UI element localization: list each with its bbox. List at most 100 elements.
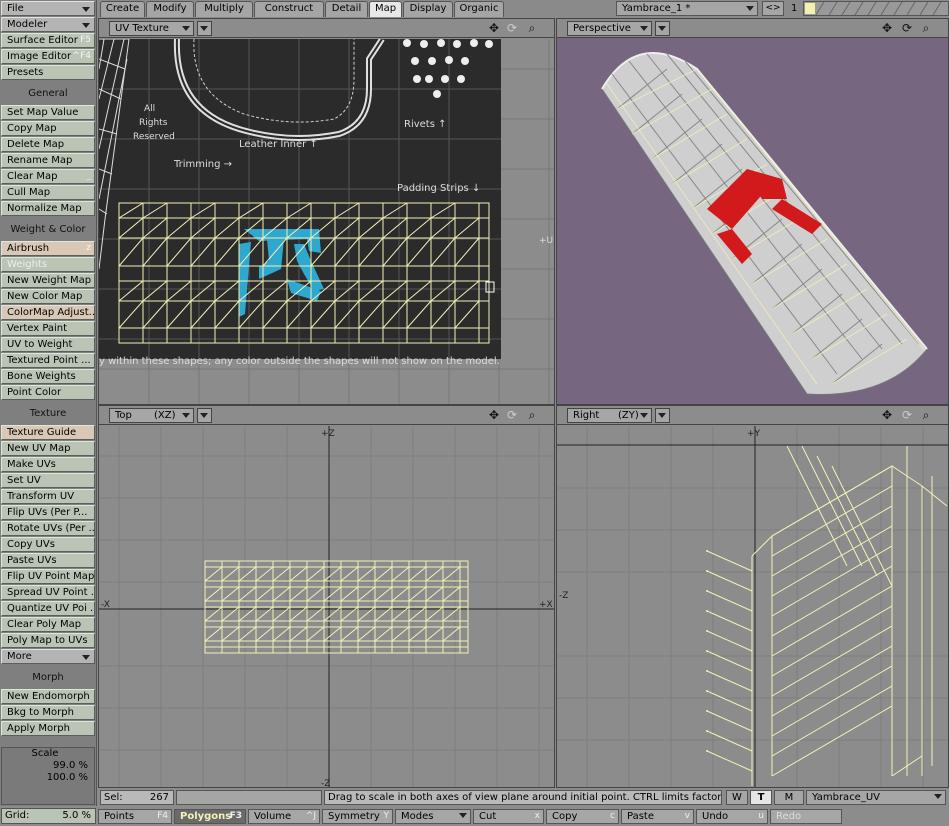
sidebar-item-quantize-uv-poi[interactable]: Quantize UV Poi ... — [1, 601, 95, 616]
right-canvas[interactable]: +Y -Z — [557, 426, 948, 787]
grid-field[interactable]: Grid: 5.0 % — [1, 808, 96, 824]
view-mode-select[interactable]: UV Texture — [109, 21, 194, 36]
sidebar-item-rotate-uvs-per[interactable]: Rotate UVs (Per ... — [1, 521, 95, 536]
sidebar-item-bkg-to-morph[interactable]: Bkg to Morph — [1, 705, 95, 720]
sidebar-item-image-editor[interactable]: Image Editor ^F4 — [1, 49, 95, 64]
sidebar-item-copy-uvs[interactable]: Copy UVs — [1, 537, 95, 552]
volume-button[interactable]: Volume ^J — [248, 809, 320, 824]
view-mode-select[interactable]: Perspective — [567, 21, 652, 36]
view-mode-select[interactable]: Right (ZY) — [567, 408, 652, 423]
view-options-button[interactable] — [197, 21, 212, 36]
sidebar-item-weights[interactable]: Weights — [1, 257, 95, 272]
sidebar-item-new-weight-map[interactable]: New Weight Map — [1, 273, 95, 288]
undo-button[interactable]: Undo u — [696, 809, 768, 824]
m-toggle[interactable]: M — [774, 790, 804, 805]
sidebar-item-apply-morph[interactable]: Apply Morph — [1, 721, 95, 736]
sidebar-item-uv-to-weight[interactable]: UV to Weight — [1, 337, 95, 352]
tab-organic[interactable]: Organic — [454, 1, 504, 17]
selection-count: Sel: 267 — [100, 790, 174, 805]
tab-detail[interactable]: Detail — [325, 1, 368, 17]
sidebar-item-make-uvs[interactable]: Make UVs — [1, 457, 95, 472]
tab-display[interactable]: Display — [403, 1, 453, 17]
sidebar-item-new-endomorph[interactable]: New Endomorph — [1, 689, 95, 704]
sidebar-item-delete-map[interactable]: Delete Map — [1, 137, 95, 152]
polygons-button[interactable]: Polygons F3 — [174, 809, 246, 824]
move-view-icon[interactable]: ✥ — [486, 408, 502, 423]
zoom-view-icon[interactable]: ⌕ — [524, 408, 540, 423]
view-options-button[interactable] — [197, 408, 212, 423]
sidebar-item-flip-uvs-per-p[interactable]: Flip UVs (Per P... — [1, 505, 95, 520]
cut-button[interactable]: Cut x — [473, 809, 544, 824]
rotate-view-icon[interactable]: ⟳ — [504, 408, 520, 423]
viewport-uv[interactable]: UV Texture ✥ ⟳ ⌕ All Rights Reserved Lea… — [98, 18, 555, 405]
rotate-view-icon[interactable]: ⟳ — [504, 21, 520, 36]
sidebar-item-cull-map[interactable]: Cull Map — [1, 185, 95, 200]
sidebar-item-normalize-map[interactable]: Normalize Map — [1, 201, 95, 216]
sidebar-item-label: Bkg to Morph — [7, 707, 74, 718]
t-toggle[interactable]: T — [750, 790, 772, 805]
redo-button[interactable]: Redo — [770, 809, 842, 824]
shortcut-label: u — [758, 811, 764, 821]
tab-modify[interactable]: Modify — [146, 1, 194, 17]
paste-button[interactable]: Paste v — [621, 809, 694, 824]
viewport-perspective[interactable]: Perspective ✥ ⟳ ⌕ — [556, 18, 949, 405]
move-view-icon[interactable]: ✥ — [486, 21, 502, 36]
more-menu[interactable]: More — [1, 649, 95, 664]
sidebar-item-colormap-adjust[interactable]: ColorMap Adjust... — [1, 305, 95, 320]
sidebar-item-new-color-map[interactable]: New Color Map — [1, 289, 95, 304]
copy-button[interactable]: Copy c — [546, 809, 619, 824]
viewport-top[interactable]: Top (XZ) ✥ ⟳ ⌕ +Z -Z -X +X — [98, 405, 555, 788]
sidebar-item-transform-uv[interactable]: Transform UV — [1, 489, 95, 504]
sidebar-item-point-color[interactable]: Point Color — [1, 385, 95, 400]
file-menu[interactable]: File — [1, 1, 95, 16]
sidebar-item-set-map-value[interactable]: Set Map Value — [1, 105, 95, 120]
sidebar-item-vertex-paint[interactable]: Vertex Paint — [1, 321, 95, 336]
sidebar-item-spread-uv-point[interactable]: Spread UV Point ... — [1, 585, 95, 600]
move-view-icon[interactable]: ✥ — [879, 408, 895, 423]
layer-nav-arrows[interactable]: <> — [762, 1, 784, 16]
sidebar-item-bone-weights[interactable]: Bone Weights — [1, 369, 95, 384]
sidebar-item-airbrush[interactable]: Airbrush z — [1, 241, 95, 256]
rotate-view-icon[interactable]: ⟳ — [899, 408, 915, 423]
tab-construct[interactable]: Construct — [254, 1, 324, 17]
sidebar-item-textured-point[interactable]: Textured Point ... — [1, 353, 95, 368]
zoom-view-icon[interactable]: ⌕ — [918, 21, 934, 36]
layer-bank[interactable] — [803, 1, 949, 16]
sidebar-item-copy-map[interactable]: Copy Map — [1, 121, 95, 136]
tab-map[interactable]: Map — [369, 1, 402, 17]
rotate-view-icon[interactable]: ⟳ — [899, 21, 915, 36]
top-canvas[interactable]: +Z -Z -X +X — [99, 426, 554, 787]
w-toggle[interactable]: W — [726, 790, 748, 805]
vertex-map-select[interactable]: Yambrace_UV — [806, 790, 946, 805]
sidebar-item-surface-editor[interactable]: Surface Editor F5 — [1, 33, 95, 48]
modeler-menu[interactable]: Modeler — [1, 17, 95, 32]
sidebar-item-rename-map[interactable]: Rename Map — [1, 153, 95, 168]
sidebar-item-flip-uv-point-map[interactable]: Flip UV Point Map — [1, 569, 95, 584]
layer-slots[interactable] — [816, 2, 949, 15]
view-mode-select[interactable]: Top (XZ) — [109, 408, 194, 423]
viewport-right[interactable]: Right (ZY) ✥ ⟳ ⌕ +Y -Z — [556, 405, 949, 788]
sidebar-item-set-uv[interactable]: Set UV — [1, 473, 95, 488]
sidebar-item-clear-poly-map[interactable]: Clear Poly Map — [1, 617, 95, 632]
view-options-button[interactable] — [655, 21, 670, 36]
modes-button[interactable]: Modes — [395, 809, 471, 824]
zoom-view-icon[interactable]: ⌕ — [524, 21, 540, 36]
sidebar-item-new-uv-map[interactable]: New UV Map — [1, 441, 95, 456]
object-selector[interactable]: Yambrace_1 * — [616, 1, 758, 16]
layer-slot-active[interactable] — [805, 3, 815, 14]
symmetry-button[interactable]: Symmetry Y — [322, 809, 393, 824]
view-options-button[interactable] — [655, 408, 670, 423]
sidebar-item-poly-map-to-uvs[interactable]: Poly Map to UVs — [1, 633, 95, 648]
sidebar-item-paste-uvs[interactable]: Paste UVs — [1, 553, 95, 568]
tab-multiply[interactable]: Multiply — [195, 1, 253, 17]
perspective-canvas[interactable] — [557, 39, 948, 404]
sidebar-item-clear-map[interactable]: Clear Map _ — [1, 169, 95, 184]
points-button[interactable]: Points F4 — [98, 809, 172, 824]
sidebar-item-label: Weights — [7, 259, 48, 270]
uv-canvas[interactable]: All Rights Reserved Leather Inner ↑ Trim… — [99, 39, 554, 404]
move-view-icon[interactable]: ✥ — [879, 21, 895, 36]
tab-create[interactable]: Create — [100, 1, 145, 17]
sidebar-item-presets[interactable]: Presets — [1, 65, 95, 80]
sidebar-item-texture-guide[interactable]: Texture Guide — [1, 425, 95, 440]
zoom-view-icon[interactable]: ⌕ — [918, 408, 934, 423]
